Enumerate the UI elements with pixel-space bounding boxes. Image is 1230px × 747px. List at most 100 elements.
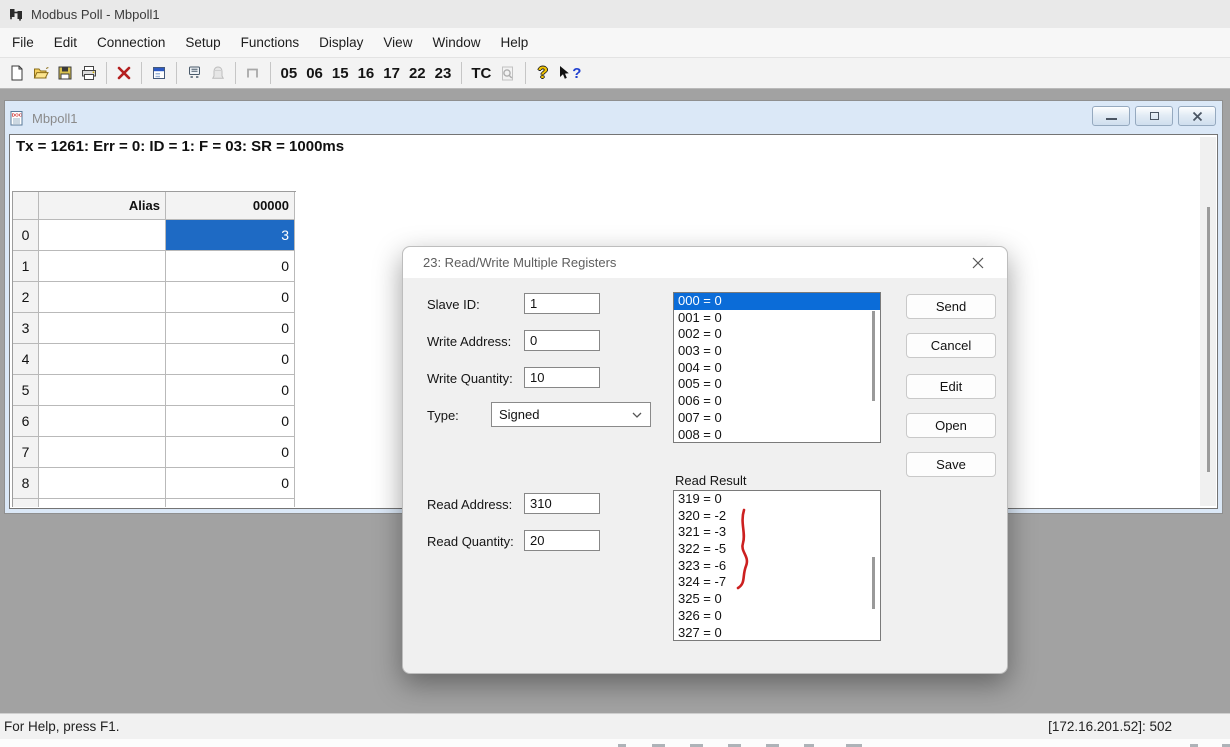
- value-cell[interactable]: 0: [166, 406, 295, 437]
- alias-cell[interactable]: [39, 437, 166, 468]
- restore-button[interactable]: [1135, 106, 1173, 126]
- minimize-button[interactable]: [1092, 106, 1130, 126]
- dialog-title: 23: Read/Write Multiple Registers: [423, 255, 616, 270]
- menu-item-functions[interactable]: Functions: [231, 28, 310, 57]
- delete-icon[interactable]: [112, 61, 136, 85]
- toolbar-fc-22-button[interactable]: 22: [404, 65, 430, 82]
- alias-cell[interactable]: [39, 499, 166, 507]
- list-item[interactable]: 322 = -5: [674, 541, 880, 558]
- alias-column-header[interactable]: Alias: [39, 192, 166, 220]
- dialog-close-button[interactable]: [959, 247, 997, 278]
- value-cell[interactable]: 0: [166, 344, 295, 375]
- close-button[interactable]: [1178, 106, 1216, 126]
- list-item[interactable]: 007 = 0: [674, 410, 880, 427]
- list-item[interactable]: 001 = 0: [674, 310, 880, 327]
- svg-text:DOC: DOC: [12, 112, 23, 117]
- pulse-icon: [241, 61, 265, 85]
- value-cell[interactable]: 0: [166, 468, 295, 499]
- save-icon[interactable]: [53, 61, 77, 85]
- help-icon[interactable]: ?: [531, 61, 555, 85]
- poll-definition-icon[interactable]: [182, 61, 206, 85]
- list-item[interactable]: 008 = 0: [674, 427, 880, 444]
- menu-item-file[interactable]: File: [2, 28, 44, 57]
- menu-item-display[interactable]: Display: [309, 28, 373, 57]
- child-title-bar[interactable]: DOC Mbpoll1: [9, 103, 1218, 133]
- toolbar-fc-06-button[interactable]: 06: [302, 65, 328, 82]
- value-column-header[interactable]: 00000: [166, 192, 295, 220]
- alias-cell[interactable]: [39, 344, 166, 375]
- read-quantity-input[interactable]: [524, 530, 600, 551]
- value-cell[interactable]: 0: [166, 437, 295, 468]
- value-cell[interactable]: 0: [166, 375, 295, 406]
- send-button[interactable]: Send: [906, 294, 996, 319]
- menu-item-edit[interactable]: Edit: [44, 28, 87, 57]
- toolbar-tc-button[interactable]: TC: [467, 65, 496, 82]
- toolbar-fc-16-button[interactable]: 16: [353, 65, 379, 82]
- row-header: 3: [13, 313, 39, 344]
- open-file-icon[interactable]: [29, 61, 53, 85]
- list-item[interactable]: 003 = 0: [674, 343, 880, 360]
- alias-cell[interactable]: [39, 313, 166, 344]
- toolbar-fc-15-button[interactable]: 15: [327, 65, 353, 82]
- alias-cell[interactable]: [39, 468, 166, 499]
- dialog-title-bar[interactable]: 23: Read/Write Multiple Registers: [403, 247, 1007, 278]
- write-quantity-input[interactable]: [524, 367, 600, 388]
- list-item[interactable]: 324 = -7: [674, 574, 880, 591]
- type-select[interactable]: Signed: [491, 402, 651, 427]
- alias-cell[interactable]: [39, 251, 166, 282]
- write-quantity-label: Write Quantity:: [427, 371, 513, 386]
- edit-button[interactable]: Edit: [906, 374, 996, 399]
- toolbar-separator: [106, 62, 107, 84]
- minimize-icon: [1106, 118, 1117, 120]
- list-item[interactable]: 002 = 0: [674, 326, 880, 343]
- scrollbar-thumb[interactable]: [1207, 207, 1210, 472]
- slave-id-input[interactable]: [524, 293, 600, 314]
- menu-item-help[interactable]: Help: [490, 28, 538, 57]
- menu-item-connection[interactable]: Connection: [87, 28, 175, 57]
- value-cell[interactable]: 0: [166, 313, 295, 344]
- write-registers-list[interactable]: 000 = 0001 = 0002 = 0003 = 0004 = 0005 =…: [673, 292, 881, 443]
- list-item[interactable]: 320 = -2: [674, 508, 880, 525]
- scrollbar-thumb[interactable]: [872, 311, 875, 401]
- alias-cell[interactable]: [39, 375, 166, 406]
- value-cell[interactable]: [166, 499, 295, 507]
- context-help-icon[interactable]: ?: [555, 61, 585, 85]
- row-header: 0: [13, 220, 39, 251]
- display-setup-icon[interactable]: [147, 61, 171, 85]
- menu-item-view[interactable]: View: [373, 28, 422, 57]
- list-item[interactable]: 000 = 0: [674, 293, 880, 310]
- row-header: 8: [13, 468, 39, 499]
- value-cell[interactable]: 0: [166, 282, 295, 313]
- list-item[interactable]: 319 = 0: [674, 491, 880, 508]
- toolbar-fc-17-button[interactable]: 17: [379, 65, 405, 82]
- list-item[interactable]: 327 = 0: [674, 625, 880, 642]
- read-address-input[interactable]: [524, 493, 600, 514]
- list-item[interactable]: 325 = 0: [674, 591, 880, 608]
- value-cell[interactable]: 0: [166, 251, 295, 282]
- menu-item-window[interactable]: Window: [422, 28, 490, 57]
- list-item[interactable]: 326 = 0: [674, 608, 880, 625]
- list-item[interactable]: 006 = 0: [674, 393, 880, 410]
- scrollbar-thumb[interactable]: [872, 557, 875, 609]
- toolbar-fc-05-button[interactable]: 05: [276, 65, 302, 82]
- list-item[interactable]: 323 = -6: [674, 558, 880, 575]
- vertical-scrollbar[interactable]: [1200, 137, 1216, 506]
- cancel-button[interactable]: Cancel: [906, 333, 996, 358]
- save-button[interactable]: Save: [906, 452, 996, 477]
- menu-item-setup[interactable]: Setup: [175, 28, 230, 57]
- list-item[interactable]: 321 = -3: [674, 524, 880, 541]
- alias-cell[interactable]: [39, 406, 166, 437]
- new-file-icon[interactable]: [5, 61, 29, 85]
- alias-cell[interactable]: [39, 282, 166, 313]
- print-icon[interactable]: [77, 61, 101, 85]
- poll-status-line: Tx = 1261: Err = 0: ID = 1: F = 03: SR =…: [16, 138, 344, 155]
- toolbar-fc-23-button[interactable]: 23: [430, 65, 456, 82]
- list-item[interactable]: 005 = 0: [674, 376, 880, 393]
- alias-cell[interactable]: [39, 220, 166, 251]
- list-item[interactable]: 004 = 0: [674, 360, 880, 377]
- value-cell[interactable]: 3: [166, 220, 295, 251]
- write-address-input[interactable]: [524, 330, 600, 351]
- toolbar-separator: [270, 62, 271, 84]
- read-result-list[interactable]: 319 = 0320 = -2321 = -3322 = -5323 = -63…: [673, 490, 881, 641]
- open-button[interactable]: Open: [906, 413, 996, 438]
